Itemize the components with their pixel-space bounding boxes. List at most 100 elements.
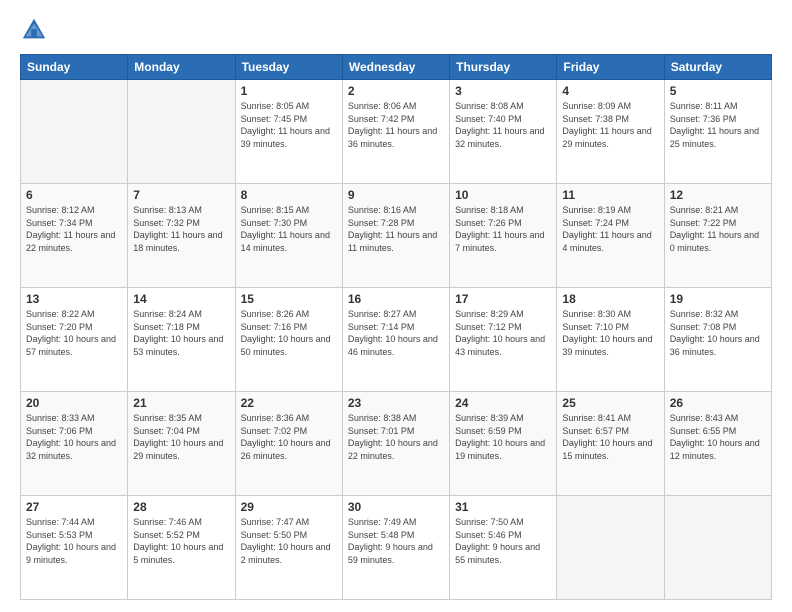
day-number: 1: [241, 84, 337, 98]
calendar-cell: 12Sunrise: 8:21 AMSunset: 7:22 PMDayligh…: [664, 184, 771, 288]
day-number: 13: [26, 292, 122, 306]
day-number: 3: [455, 84, 551, 98]
calendar-week-row: 27 Sunrise: 7:44 AMSunset: 5:53 PMDayligh…: [21, 496, 772, 600]
day-info: Sunrise: 8:12 AMSunset: 7:34 PMDaylight:…: [26, 204, 122, 254]
day-info: Sunrise: 8:19 AMSunset: 7:24 PMDaylight:…: [562, 204, 658, 254]
calendar-cell: 10 Sunrise: 8:18 AMSunset: 7:26 PMDayligh…: [450, 184, 557, 288]
day-info: Sunrise: 8:22 AMSunset: 7:20 PMDaylight:…: [26, 308, 122, 358]
day-info: Sunrise: 8:33 AMSunset: 7:06 PMDaylight:…: [26, 412, 122, 462]
day-number: 24: [455, 396, 551, 410]
day-number: 22: [241, 396, 337, 410]
calendar-table: SundayMondayTuesdayWednesdayThursdayFrid…: [20, 54, 772, 600]
day-number: 23: [348, 396, 444, 410]
day-header-tuesday: Tuesday: [235, 55, 342, 80]
day-info: Sunrise: 8:15 AMSunset: 7:30 PMDaylight:…: [241, 204, 337, 254]
day-header-saturday: Saturday: [664, 55, 771, 80]
day-number: 5: [670, 84, 766, 98]
calendar-cell: 5 Sunrise: 8:11 AMSunset: 7:36 PMDaylight…: [664, 80, 771, 184]
day-number: 7: [133, 188, 229, 202]
day-number: 18: [562, 292, 658, 306]
calendar-cell: 7 Sunrise: 8:13 AMSunset: 7:32 PMDaylight…: [128, 184, 235, 288]
calendar-cell: [128, 80, 235, 184]
day-header-thursday: Thursday: [450, 55, 557, 80]
day-info: Sunrise: 8:16 AMSunset: 7:28 PMDaylight:…: [348, 204, 444, 254]
day-info: Sunrise: 8:18 AMSunset: 7:26 PMDaylight:…: [455, 204, 551, 254]
day-info: Sunrise: 7:47 AMSunset: 5:50 PMDaylight:…: [241, 516, 337, 566]
day-number: 2: [348, 84, 444, 98]
calendar-cell: 11 Sunrise: 8:19 AMSunset: 7:24 PMDayligh…: [557, 184, 664, 288]
calendar-cell: 27 Sunrise: 7:44 AMSunset: 5:53 PMDayligh…: [21, 496, 128, 600]
calendar-cell: [557, 496, 664, 600]
calendar-cell: 1 Sunrise: 8:05 AMSunset: 7:45 PMDaylight…: [235, 80, 342, 184]
day-number: 16: [348, 292, 444, 306]
day-number: 17: [455, 292, 551, 306]
day-number: 30: [348, 500, 444, 514]
day-info: Sunrise: 8:41 AMSunset: 6:57 PMDaylight:…: [562, 412, 658, 462]
calendar-cell: 20Sunrise: 8:33 AMSunset: 7:06 PMDayligh…: [21, 392, 128, 496]
day-number: 14: [133, 292, 229, 306]
day-number: 31: [455, 500, 551, 514]
page: SundayMondayTuesdayWednesdayThursdayFrid…: [0, 0, 792, 612]
calendar-cell: 13 Sunrise: 8:22 AMSunset: 7:20 PMDayligh…: [21, 288, 128, 392]
day-info: Sunrise: 8:21 AMSunset: 7:22 PMDaylight:…: [670, 204, 766, 254]
calendar-cell: 19 Sunrise: 8:32 AMSunset: 7:08 PMDayligh…: [664, 288, 771, 392]
calendar-cell: 17 Sunrise: 8:29 AMSunset: 7:12 PMDayligh…: [450, 288, 557, 392]
calendar-cell: 25Sunrise: 8:41 AMSunset: 6:57 PMDayligh…: [557, 392, 664, 496]
day-info: Sunrise: 8:29 AMSunset: 7:12 PMDaylight:…: [455, 308, 551, 358]
day-info: Sunrise: 8:05 AMSunset: 7:45 PMDaylight:…: [241, 100, 337, 150]
calendar-cell: 2 Sunrise: 8:06 AMSunset: 7:42 PMDaylight…: [342, 80, 449, 184]
day-info: Sunrise: 8:35 AMSunset: 7:04 PMDaylight:…: [133, 412, 229, 462]
calendar-cell: 14Sunrise: 8:24 AMSunset: 7:18 PMDayligh…: [128, 288, 235, 392]
calendar-cell: 29Sunrise: 7:47 AMSunset: 5:50 PMDayligh…: [235, 496, 342, 600]
day-info: Sunrise: 8:06 AMSunset: 7:42 PMDaylight:…: [348, 100, 444, 150]
day-info: Sunrise: 7:50 AMSunset: 5:46 PMDaylight:…: [455, 516, 551, 566]
day-number: 4: [562, 84, 658, 98]
day-info: Sunrise: 8:26 AMSunset: 7:16 PMDaylight:…: [241, 308, 337, 358]
calendar-cell: 15 Sunrise: 8:26 AMSunset: 7:16 PMDayligh…: [235, 288, 342, 392]
calendar-cell: 26Sunrise: 8:43 AMSunset: 6:55 PMDayligh…: [664, 392, 771, 496]
day-info: Sunrise: 8:09 AMSunset: 7:38 PMDaylight:…: [562, 100, 658, 150]
day-info: Sunrise: 8:39 AMSunset: 6:59 PMDaylight:…: [455, 412, 551, 462]
day-number: 28: [133, 500, 229, 514]
calendar-cell: 31 Sunrise: 7:50 AMSunset: 5:46 PMDayligh…: [450, 496, 557, 600]
calendar-cell: 28Sunrise: 7:46 AMSunset: 5:52 PMDayligh…: [128, 496, 235, 600]
day-info: Sunrise: 8:30 AMSunset: 7:10 PMDaylight:…: [562, 308, 658, 358]
day-info: Sunrise: 8:13 AMSunset: 7:32 PMDaylight:…: [133, 204, 229, 254]
calendar-cell: 23 Sunrise: 8:38 AMSunset: 7:01 PMDayligh…: [342, 392, 449, 496]
calendar-cell: 16 Sunrise: 8:27 AMSunset: 7:14 PMDayligh…: [342, 288, 449, 392]
day-number: 11: [562, 188, 658, 202]
calendar-cell: 22 Sunrise: 8:36 AMSunset: 7:02 PMDayligh…: [235, 392, 342, 496]
calendar-cell: 21 Sunrise: 8:35 AMSunset: 7:04 PMDayligh…: [128, 392, 235, 496]
calendar-cell: 3 Sunrise: 8:08 AMSunset: 7:40 PMDaylight…: [450, 80, 557, 184]
calendar-cell: 4 Sunrise: 8:09 AMSunset: 7:38 PMDaylight…: [557, 80, 664, 184]
day-number: 19: [670, 292, 766, 306]
day-header-friday: Friday: [557, 55, 664, 80]
day-number: 26: [670, 396, 766, 410]
calendar-cell: 18 Sunrise: 8:30 AMSunset: 7:10 PMDayligh…: [557, 288, 664, 392]
day-info: Sunrise: 8:32 AMSunset: 7:08 PMDaylight:…: [670, 308, 766, 358]
header: [20, 16, 772, 44]
day-number: 10: [455, 188, 551, 202]
day-info: Sunrise: 8:27 AMSunset: 7:14 PMDaylight:…: [348, 308, 444, 358]
day-number: 15: [241, 292, 337, 306]
day-number: 8: [241, 188, 337, 202]
day-info: Sunrise: 8:08 AMSunset: 7:40 PMDaylight:…: [455, 100, 551, 150]
day-info: Sunrise: 7:44 AMSunset: 5:53 PMDaylight:…: [26, 516, 122, 566]
calendar-week-row: 20Sunrise: 8:33 AMSunset: 7:06 PMDayligh…: [21, 392, 772, 496]
day-header-sunday: Sunday: [21, 55, 128, 80]
calendar-cell: 9 Sunrise: 8:16 AMSunset: 7:28 PMDaylight…: [342, 184, 449, 288]
calendar-cell: 6Sunrise: 8:12 AMSunset: 7:34 PMDaylight…: [21, 184, 128, 288]
day-info: Sunrise: 8:38 AMSunset: 7:01 PMDaylight:…: [348, 412, 444, 462]
calendar-week-row: 1 Sunrise: 8:05 AMSunset: 7:45 PMDaylight…: [21, 80, 772, 184]
day-header-monday: Monday: [128, 55, 235, 80]
day-info: Sunrise: 8:36 AMSunset: 7:02 PMDaylight:…: [241, 412, 337, 462]
calendar-cell: [664, 496, 771, 600]
day-header-wednesday: Wednesday: [342, 55, 449, 80]
calendar-cell: [21, 80, 128, 184]
day-info: Sunrise: 8:11 AMSunset: 7:36 PMDaylight:…: [670, 100, 766, 150]
logo-icon: [20, 16, 48, 44]
day-number: 9: [348, 188, 444, 202]
day-number: 21: [133, 396, 229, 410]
logo: [20, 16, 52, 44]
day-number: 27: [26, 500, 122, 514]
